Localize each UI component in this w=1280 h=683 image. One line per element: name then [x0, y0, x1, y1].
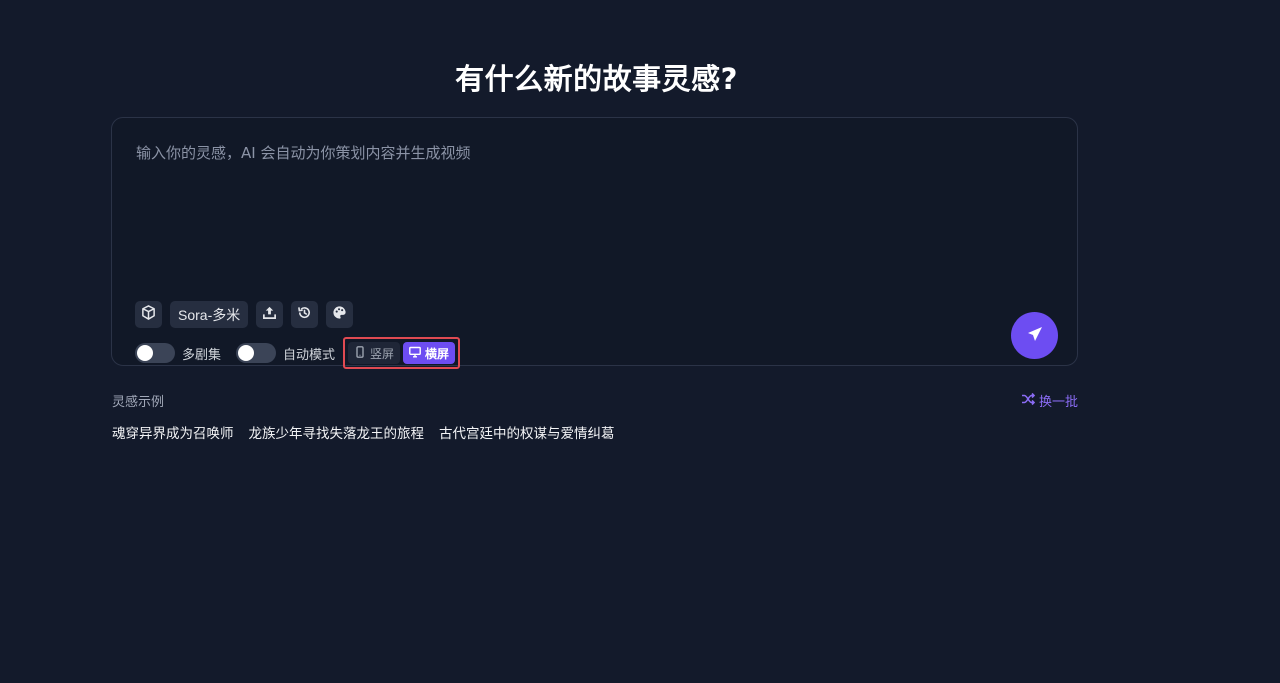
toggle-knob	[238, 345, 255, 361]
example-item[interactable]: 古代宫廷中的权谋与爱情纠葛	[439, 422, 615, 442]
shuffle-button[interactable]: 换一批	[1021, 391, 1078, 410]
page-title: 有什么新的故事灵感?	[455, 62, 738, 96]
palette-button[interactable]	[326, 301, 354, 328]
tool-row: Sora-多米	[135, 301, 354, 328]
auto-mode-toggle[interactable]	[236, 343, 277, 363]
page: 有什么新的故事灵感? Sora-多米	[0, 0, 1280, 683]
phone-icon	[354, 345, 366, 361]
prompt-composer: Sora-多米 多剧集	[111, 117, 1078, 369]
upload-icon	[262, 305, 277, 324]
option-row: 多剧集 自动模式 竖屏 横屏	[135, 337, 461, 369]
paper-plane-icon	[1026, 325, 1044, 347]
monitor-icon	[409, 346, 421, 361]
example-list: 魂穿异界成为召唤师 龙族少年寻找失落龙王的旅程 古代宫廷中的权谋与爱情纠葛	[112, 422, 615, 442]
cube-icon	[141, 305, 156, 324]
send-button[interactable]	[1011, 312, 1058, 359]
history-icon	[297, 305, 312, 324]
orientation-switch: 竖屏 横屏	[343, 337, 461, 369]
toggle-knob	[137, 345, 153, 361]
prompt-input[interactable]	[136, 142, 1036, 292]
multi-episode-label: 多剧集	[182, 346, 222, 362]
cube-button[interactable]	[135, 301, 162, 328]
shuffle-label: 换一批	[1039, 394, 1079, 409]
example-item[interactable]: 魂穿异界成为召唤师	[112, 422, 234, 442]
palette-icon	[332, 305, 347, 324]
examples-heading: 灵感示例	[112, 394, 165, 409]
landscape-label: 横屏	[425, 346, 450, 361]
landscape-button[interactable]: 横屏	[403, 342, 456, 364]
auto-mode-label: 自动模式	[283, 346, 336, 362]
portrait-label: 竖屏	[370, 346, 395, 361]
multi-episode-toggle[interactable]	[135, 343, 175, 363]
portrait-button[interactable]: 竖屏	[348, 342, 401, 364]
example-item[interactable]: 龙族少年寻找失落龙王的旅程	[249, 422, 425, 442]
shuffle-icon	[1021, 392, 1036, 409]
history-button[interactable]	[291, 301, 319, 328]
model-selector-button[interactable]: Sora-多米	[170, 301, 249, 328]
upload-button[interactable]	[256, 301, 284, 328]
